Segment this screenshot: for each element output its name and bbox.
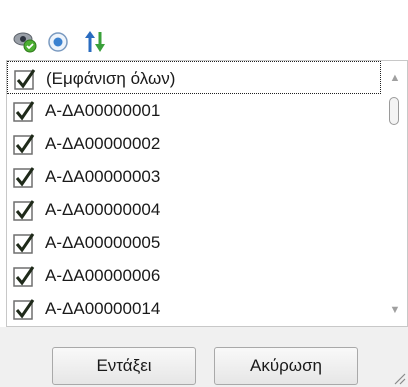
checkbox[interactable] — [13, 166, 35, 188]
checkbox[interactable] — [14, 68, 36, 90]
list-item[interactable]: Α-ΔΑ00000006 — [7, 259, 381, 292]
list-item-label: Α-ΔΑ00000005 — [45, 233, 161, 252]
checkbox[interactable] — [13, 265, 35, 287]
list-item-label: Α-ΔΑ00000003 — [45, 167, 161, 186]
sort-arrows-icon[interactable] — [82, 28, 108, 54]
list-item[interactable]: Α-ΔΑ00000003 — [7, 160, 381, 193]
list-item-label: Α-ΔΑ00000001 — [45, 101, 161, 120]
list-item-show-all[interactable]: (Εμφάνιση όλων) — [7, 61, 381, 94]
list-item-label: Α-ΔΑ00000006 — [45, 266, 161, 285]
scrollbar-thumb[interactable] — [389, 97, 399, 125]
checkbox[interactable] — [13, 298, 35, 320]
cancel-button[interactable]: Ακύρωση — [214, 347, 358, 385]
list-item[interactable]: Α-ΔΑ00000005 — [7, 226, 381, 259]
scroll-down-icon[interactable]: ▼ — [383, 299, 407, 321]
list-item[interactable]: Α-ΔΑ00000014 — [7, 292, 381, 325]
show-all-icon[interactable] — [12, 28, 38, 54]
list-item[interactable]: Α-ΔΑ00000004 — [7, 193, 381, 226]
list-item[interactable]: Α-ΔΑ00000002 — [7, 127, 381, 160]
filter-popup: (Εμφάνιση όλων) Α-ΔΑ00000001 Α-ΔΑ0000000… — [0, 0, 408, 387]
list-item-label: Α-ΔΑ00000004 — [45, 200, 161, 219]
radio-target-icon[interactable] — [46, 28, 72, 54]
list-item-label: Α-ΔΑ00000002 — [45, 134, 161, 153]
checkbox[interactable] — [13, 133, 35, 155]
list-item-label: Α-ΔΑ00000014 — [45, 299, 161, 318]
list-item[interactable]: Α-ΔΑ00000001 — [7, 94, 381, 127]
footer: Εντάξει Ακύρωση — [0, 327, 408, 387]
vertical-scrollbar[interactable]: ▲ ▼ — [383, 61, 407, 326]
value-list[interactable]: (Εμφάνιση όλων) Α-ΔΑ00000001 Α-ΔΑ0000000… — [6, 60, 408, 327]
resize-grip-icon[interactable] — [390, 369, 406, 385]
list-item-label: (Εμφάνιση όλων) — [46, 69, 176, 88]
toolbar — [0, 0, 408, 60]
ok-button[interactable]: Εντάξει — [52, 347, 196, 385]
scroll-up-icon[interactable]: ▲ — [383, 67, 407, 89]
checkbox[interactable] — [13, 199, 35, 221]
value-list-viewport: (Εμφάνιση όλων) Α-ΔΑ00000001 Α-ΔΑ0000000… — [7, 61, 383, 326]
checkbox[interactable] — [13, 232, 35, 254]
checkbox[interactable] — [13, 100, 35, 122]
